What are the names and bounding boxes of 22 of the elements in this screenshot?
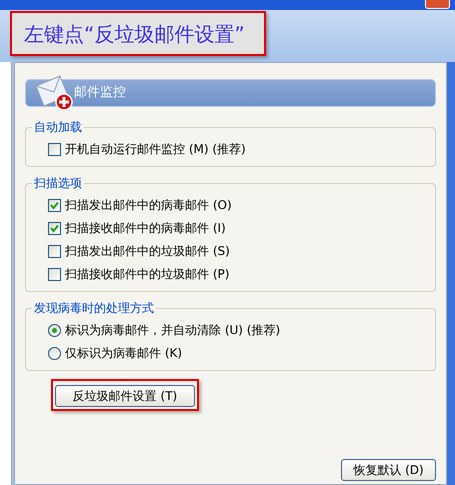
option-label: 开机自动运行邮件监控 (M) (推荐) [65, 141, 246, 158]
annotation-callout: 左键点“反垃圾邮件设置” [10, 11, 266, 56]
spam-settings-button[interactable]: 反垃圾邮件设置 (T) [55, 385, 195, 407]
group-title: 扫描选项 [32, 175, 84, 191]
radio-button[interactable] [48, 324, 61, 336]
group-title: 自动加载 [32, 119, 84, 135]
checkbox[interactable] [48, 268, 61, 280]
section-title: 邮件监控 [74, 84, 126, 102]
checkbox[interactable] [48, 222, 61, 234]
option-label: 扫描接收邮件中的病毒邮件 (I) [65, 220, 226, 237]
checkbox[interactable] [48, 198, 61, 212]
restore-defaults-button[interactable]: 恢复默认 (D) [341, 459, 436, 481]
close-button[interactable] [425, 0, 450, 9]
option-label: 标识为病毒邮件，并自动清除 (U) (推荐) [65, 322, 280, 339]
option-label: 扫描发出邮件中的垃圾邮件 (S) [65, 243, 230, 260]
option-label: 扫描接收邮件中的垃圾邮件 (P) [65, 266, 230, 283]
group-title: 发现病毒时的处理方式 [32, 300, 156, 316]
checkbox[interactable] [48, 244, 61, 258]
radio-button[interactable] [48, 346, 61, 360]
checkbox[interactable] [48, 142, 61, 156]
option-label: 仅标识为病毒邮件 (K) [65, 345, 182, 362]
option-label: 扫描发出邮件中的病毒邮件 (O) [65, 197, 232, 214]
